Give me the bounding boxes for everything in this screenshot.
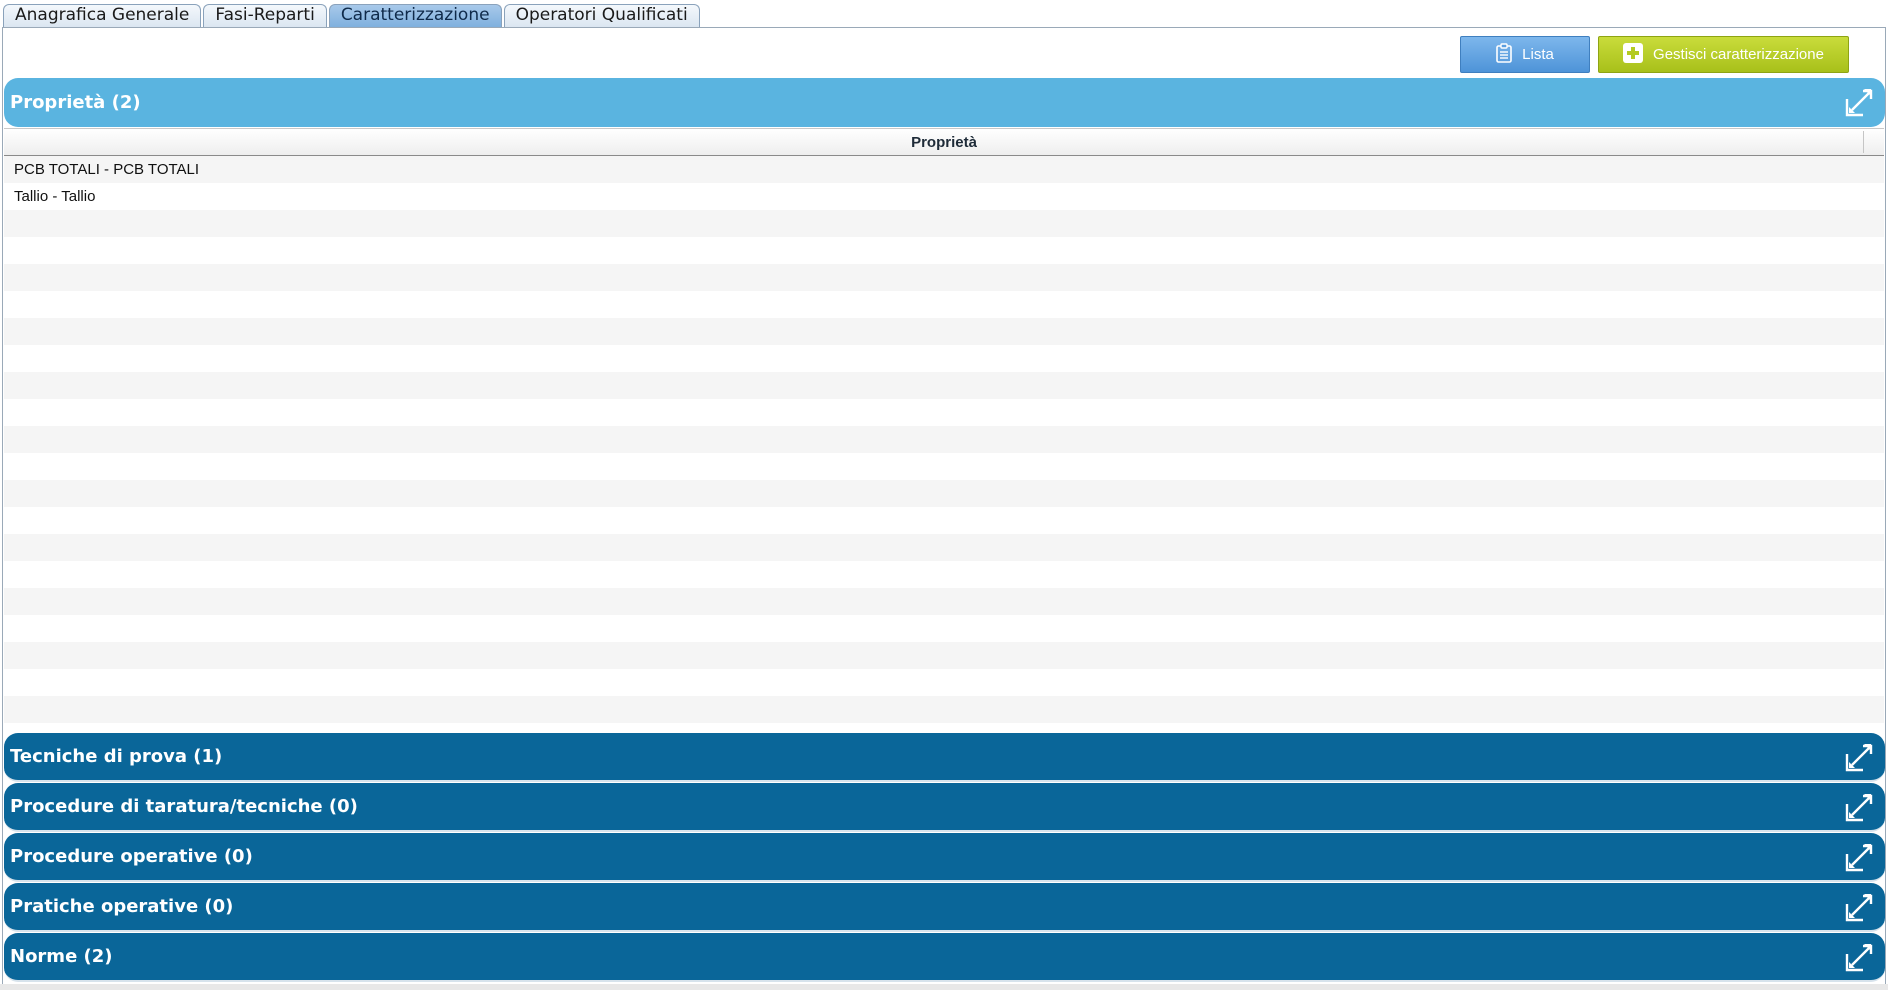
- row-cell: PCB TOTALI - PCB TOTALI: [14, 161, 200, 178]
- tab-caratterizzazione[interactable]: Caratterizzazione: [328, 4, 502, 27]
- empty-row: [4, 615, 1884, 642]
- section-procedure-taratura-header[interactable]: Procedure di taratura/tecniche (0): [4, 783, 1885, 832]
- empty-row: [4, 237, 1884, 264]
- column-header-label: Proprietà: [911, 133, 977, 151]
- expand-arrow-icon[interactable]: [1843, 87, 1875, 119]
- gestisci-caratterizzazione-button[interactable]: Gestisci caratterizzazione: [1598, 36, 1849, 73]
- empty-row: [4, 453, 1884, 480]
- empty-row: [4, 345, 1884, 372]
- section-proprieta-title: Proprietà (2): [10, 92, 141, 113]
- gestisci-label: Gestisci caratterizzazione: [1653, 46, 1824, 63]
- empty-row: [4, 480, 1884, 507]
- expand-arrow-icon[interactable]: [1843, 842, 1875, 874]
- empty-row: [4, 264, 1884, 291]
- section-procedure-operative-title: Procedure operative (0): [10, 846, 253, 867]
- clipboard-list-icon: [1496, 42, 1512, 67]
- empty-row: [4, 372, 1884, 399]
- empty-row: [4, 507, 1884, 534]
- section-pratiche-operative-header[interactable]: Pratiche operative (0): [4, 883, 1885, 932]
- empty-row: [4, 669, 1884, 696]
- table-row[interactable]: PCB TOTALI - PCB TOTALI: [4, 156, 1884, 183]
- empty-row: [4, 642, 1884, 669]
- grid-body: PCB TOTALI - PCB TOTALI Tallio - Tallio: [4, 156, 1884, 734]
- section-norme-header[interactable]: Norme (2): [4, 933, 1885, 982]
- expand-arrow-icon[interactable]: [1843, 892, 1875, 924]
- empty-row: [4, 588, 1884, 615]
- main-panel: Lista Gestisci caratterizzazione Proprie…: [2, 27, 1886, 990]
- empty-row: [4, 561, 1884, 588]
- section-norme-title: Norme (2): [10, 946, 113, 967]
- expand-arrow-icon[interactable]: [1843, 792, 1875, 824]
- tab-operatori-qualificati[interactable]: Operatori Qualificati: [503, 4, 700, 27]
- tab-bar: Anagrafica Generale Fasi-Reparti Caratte…: [3, 4, 702, 27]
- empty-row: [4, 426, 1884, 453]
- section-procedure-taratura-title: Procedure di taratura/tecniche (0): [10, 796, 358, 817]
- column-separator: [1863, 131, 1864, 153]
- empty-row: [4, 318, 1884, 345]
- row-cell: Tallio - Tallio: [14, 188, 96, 205]
- section-tecniche-title: Tecniche di prova (1): [10, 746, 223, 767]
- section-pratiche-operative-title: Pratiche operative (0): [10, 896, 234, 917]
- section-proprieta-header[interactable]: Proprietà (2): [4, 78, 1885, 127]
- page-bottom-edge: [0, 984, 1888, 990]
- lista-label: Lista: [1522, 46, 1554, 63]
- lista-button[interactable]: Lista: [1460, 36, 1590, 73]
- empty-row: [4, 291, 1884, 318]
- section-tecniche-header[interactable]: Tecniche di prova (1): [4, 733, 1885, 782]
- expand-arrow-icon[interactable]: [1843, 942, 1875, 974]
- tab-fasi-reparti[interactable]: Fasi-Reparti: [203, 4, 327, 27]
- expand-arrow-icon[interactable]: [1843, 742, 1875, 774]
- plus-square-icon: [1623, 42, 1644, 67]
- empty-row: [4, 696, 1884, 723]
- tab-anagrafica-generale[interactable]: Anagrafica Generale: [3, 4, 202, 27]
- proprieta-grid: Proprietà PCB TOTALI - PCB TOTALI Tallio…: [4, 128, 1884, 734]
- table-row[interactable]: Tallio - Tallio: [4, 183, 1884, 210]
- empty-row: [4, 534, 1884, 561]
- section-procedure-operative-header[interactable]: Procedure operative (0): [4, 833, 1885, 882]
- grid-column-header[interactable]: Proprietà: [4, 128, 1884, 156]
- empty-row: [4, 399, 1884, 426]
- empty-row: [4, 210, 1884, 237]
